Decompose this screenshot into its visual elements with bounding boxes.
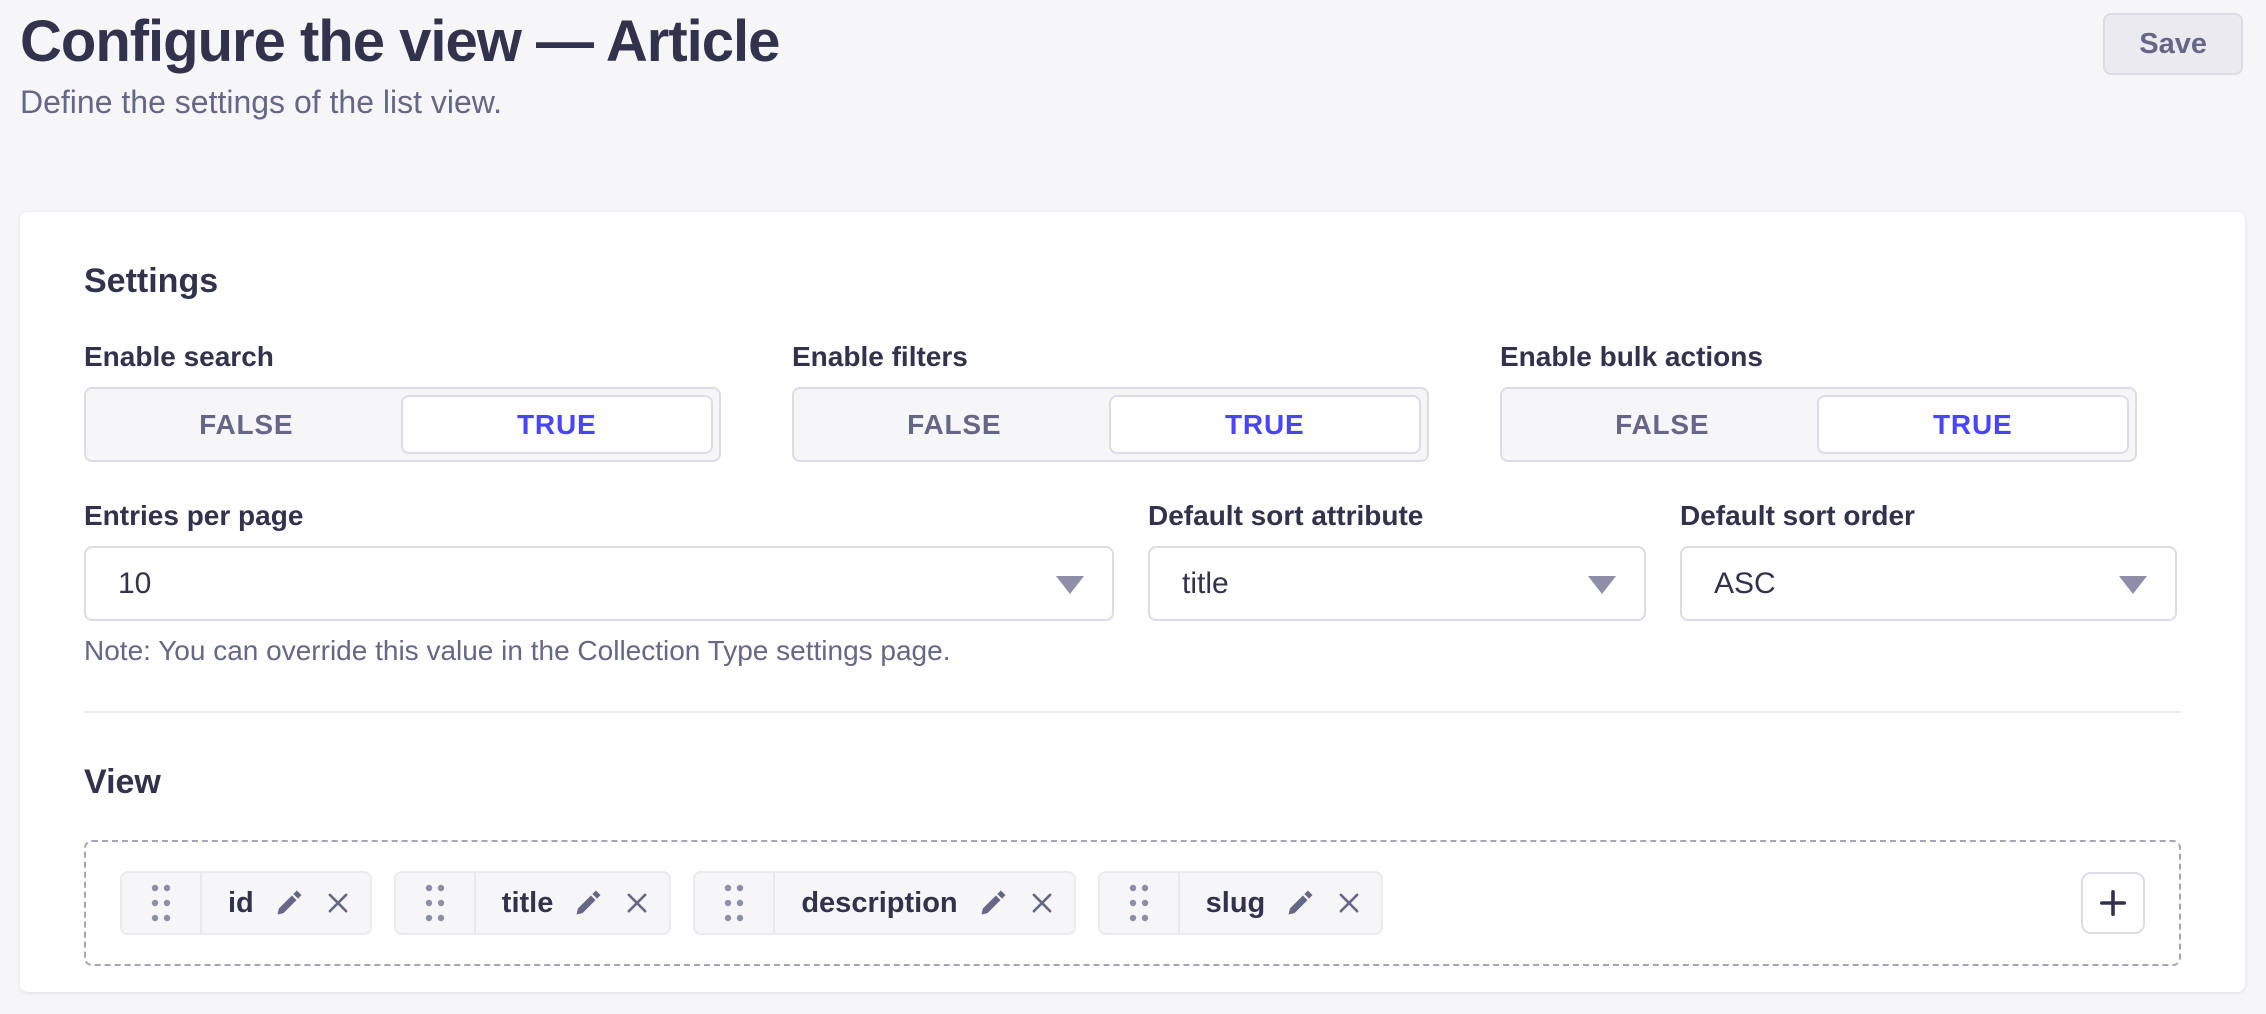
toggles-row: Enable search FALSE TRUE Enable filters … [84, 341, 2181, 462]
default-sort-attribute-label: Default sort attribute [1148, 500, 1646, 532]
enable-search-false-option[interactable]: FALSE [92, 395, 401, 454]
pencil-icon [1285, 888, 1315, 918]
view-section-title: View [84, 763, 2181, 802]
default-sort-order-field: Default sort order ASC [1680, 500, 2177, 667]
default-sort-attribute-field: Default sort attribute title [1148, 500, 1646, 667]
entries-per-page-select[interactable]: 10 [84, 546, 1114, 621]
field-chip-label: title [502, 887, 554, 920]
remove-field-button[interactable] [623, 889, 651, 917]
entries-per-page-note: Note: You can override this value in the… [84, 635, 1114, 667]
drag-handle-icon [724, 882, 744, 924]
close-icon [1028, 889, 1056, 917]
caret-down-icon [1588, 576, 1616, 594]
field-chip-list: id [120, 871, 1383, 935]
settings-section-title: Settings [84, 262, 2181, 301]
drag-handle[interactable] [695, 873, 775, 933]
field-chip-label: slug [1206, 887, 1266, 920]
drag-handle[interactable] [122, 873, 202, 933]
enable-search-true-option[interactable]: TRUE [401, 395, 714, 454]
caret-down-icon [1056, 576, 1084, 594]
enable-bulk-actions-false-option[interactable]: FALSE [1508, 395, 1817, 454]
edit-field-button[interactable] [978, 888, 1008, 918]
close-icon [623, 889, 651, 917]
pencil-icon [274, 888, 304, 918]
enable-filters-true-option[interactable]: TRUE [1109, 395, 1422, 454]
close-icon [1335, 889, 1363, 917]
save-button[interactable]: Save [2103, 13, 2243, 75]
enable-filters-toggle: FALSE TRUE [792, 387, 1429, 462]
entries-per-page-value: 10 [118, 567, 151, 601]
entries-per-page-field: Entries per page 10 Note: You can overri… [84, 500, 1114, 667]
page-header: Configure the view — Article Define the … [20, 10, 2243, 121]
add-field-button[interactable] [2081, 872, 2145, 934]
field-chip-label: description [801, 887, 957, 920]
default-sort-order-value: ASC [1714, 567, 1776, 601]
default-sort-order-label: Default sort order [1680, 500, 2177, 532]
enable-bulk-actions-true-option[interactable]: TRUE [1817, 395, 2130, 454]
drag-handle[interactable] [1100, 873, 1180, 933]
enable-filters-field: Enable filters FALSE TRUE [792, 341, 1429, 462]
plus-icon [2095, 885, 2131, 921]
section-divider [84, 711, 2181, 713]
edit-field-button[interactable] [1285, 888, 1315, 918]
default-sort-attribute-select[interactable]: title [1148, 546, 1646, 621]
field-chip-slug: slug [1098, 871, 1384, 935]
close-icon [324, 889, 352, 917]
remove-field-button[interactable] [1335, 889, 1363, 917]
entries-per-page-label: Entries per page [84, 500, 1114, 532]
field-chip-id: id [120, 871, 372, 935]
pencil-icon [978, 888, 1008, 918]
enable-filters-false-option[interactable]: FALSE [800, 395, 1109, 454]
enable-search-label: Enable search [84, 341, 721, 373]
field-chip-description: description [693, 871, 1075, 935]
enable-search-toggle: FALSE TRUE [84, 387, 721, 462]
enable-bulk-actions-toggle: FALSE TRUE [1500, 387, 2137, 462]
field-drop-zone: id [84, 840, 2181, 966]
enable-bulk-actions-label: Enable bulk actions [1500, 341, 2137, 373]
drag-handle-icon [1129, 882, 1149, 924]
default-sort-attribute-value: title [1182, 567, 1229, 601]
enable-filters-label: Enable filters [792, 341, 1429, 373]
edit-field-button[interactable] [573, 888, 603, 918]
drag-handle-icon [151, 882, 171, 924]
selects-row: Entries per page 10 Note: You can overri… [84, 500, 2181, 667]
field-chip-label: id [228, 887, 254, 920]
field-chip-title: title [394, 871, 672, 935]
edit-field-button[interactable] [274, 888, 304, 918]
default-sort-order-select[interactable]: ASC [1680, 546, 2177, 621]
settings-card: Settings Enable search FALSE TRUE Enable… [20, 212, 2245, 992]
enable-search-field: Enable search FALSE TRUE [84, 341, 721, 462]
page-title: Configure the view — Article [20, 10, 2243, 74]
drag-handle[interactable] [396, 873, 476, 933]
page-subtitle: Define the settings of the list view. [20, 84, 2243, 121]
caret-down-icon [2119, 576, 2147, 594]
remove-field-button[interactable] [1028, 889, 1056, 917]
pencil-icon [573, 888, 603, 918]
drag-handle-icon [425, 882, 445, 924]
remove-field-button[interactable] [324, 889, 352, 917]
enable-bulk-actions-field: Enable bulk actions FALSE TRUE [1500, 341, 2137, 462]
